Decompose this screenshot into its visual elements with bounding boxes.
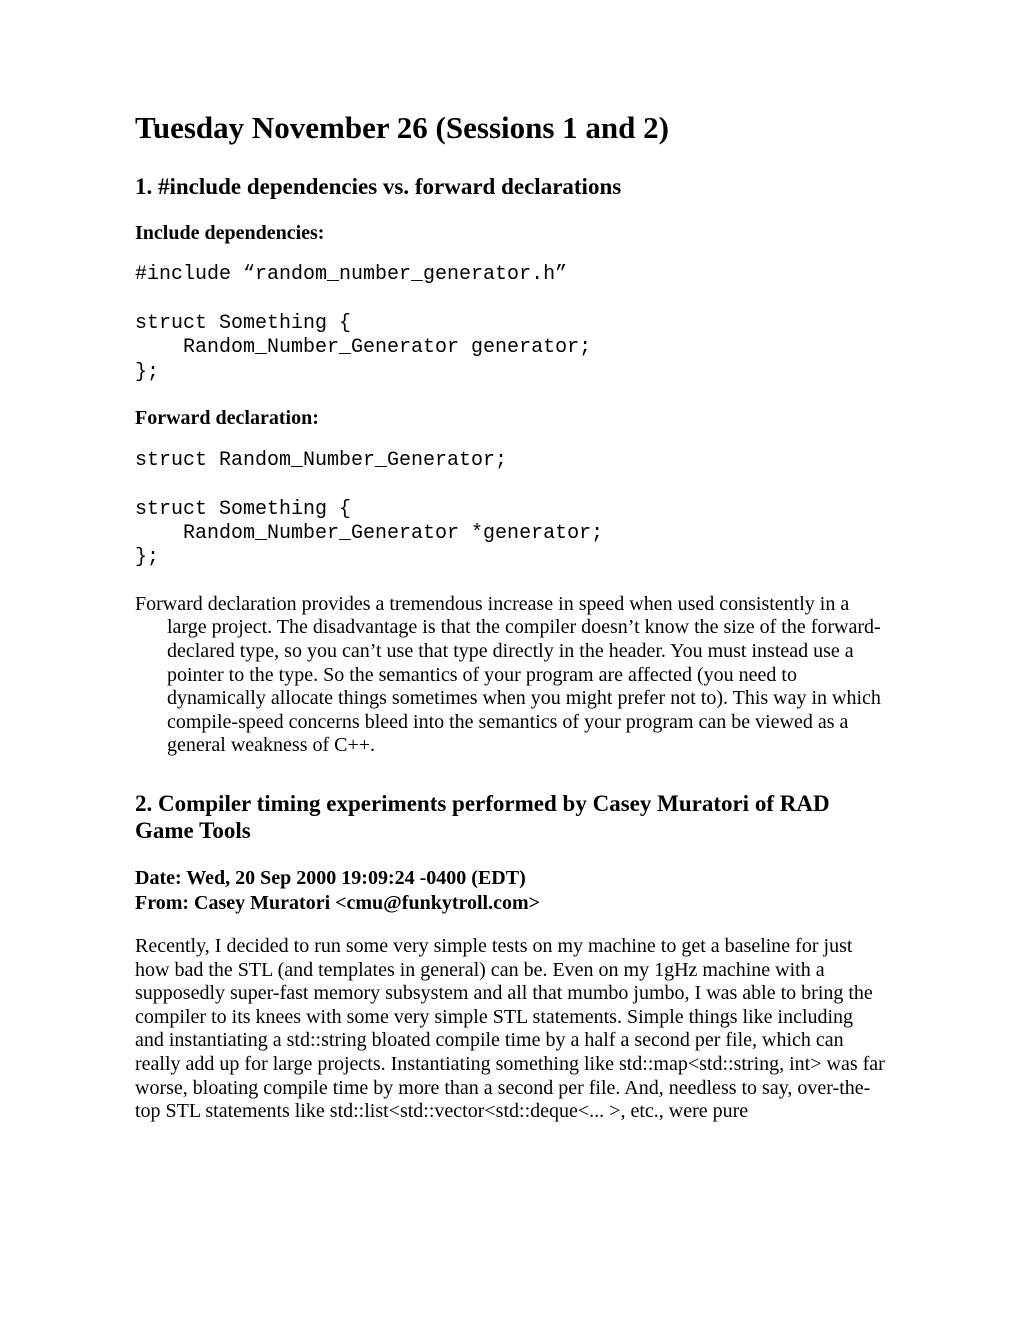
section2-heading: 2. Compiler timing experiments performed… xyxy=(135,790,885,844)
email-from: From: Casey Muratori <cmu@funkytroll.com… xyxy=(135,891,885,915)
forward-decl-subhead: Forward declaration: xyxy=(135,407,885,431)
section1-heading: 1. #include dependencies vs. forward dec… xyxy=(135,173,885,200)
forward-decl-code: struct Random_Number_Generator; struct S… xyxy=(135,449,885,571)
section2-paragraph: Recently, I decided to run some very sim… xyxy=(135,935,885,1124)
section1-paragraph: Forward declaration provides a tremendou… xyxy=(135,593,885,758)
page-title: Tuesday November 26 (Sessions 1 and 2) xyxy=(135,110,885,147)
email-date: Date: Wed, 20 Sep 2000 19:09:24 -0400 (E… xyxy=(135,866,885,890)
email-header: Date: Wed, 20 Sep 2000 19:09:24 -0400 (E… xyxy=(135,866,885,915)
include-deps-subhead: Include dependencies: xyxy=(135,222,885,246)
include-deps-code: #include “random_number_generator.h” str… xyxy=(135,263,885,385)
